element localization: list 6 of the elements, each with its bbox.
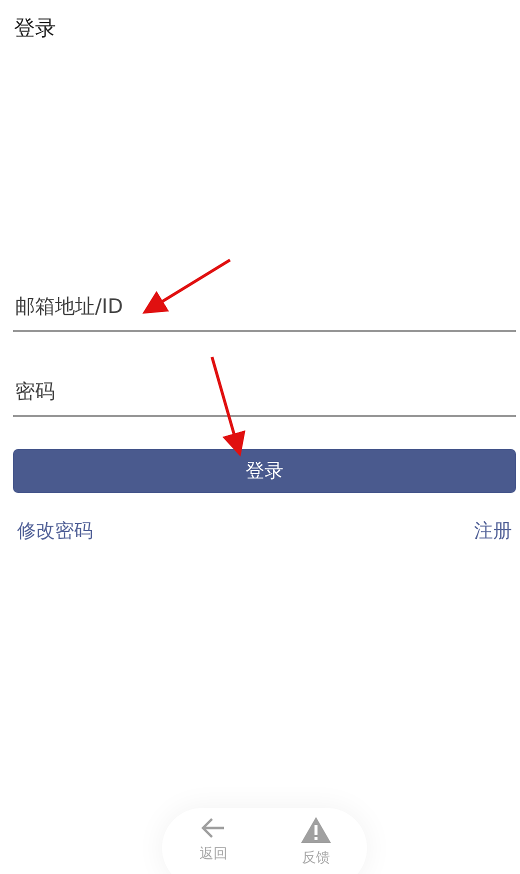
page-title: 登录: [14, 16, 56, 42]
change-password-link[interactable]: 修改密码: [17, 517, 93, 546]
login-button[interactable]: 登录: [13, 449, 516, 493]
register-link[interactable]: 注册: [474, 517, 512, 546]
warning-icon: [300, 816, 332, 844]
back-arrow-icon: [200, 816, 226, 840]
